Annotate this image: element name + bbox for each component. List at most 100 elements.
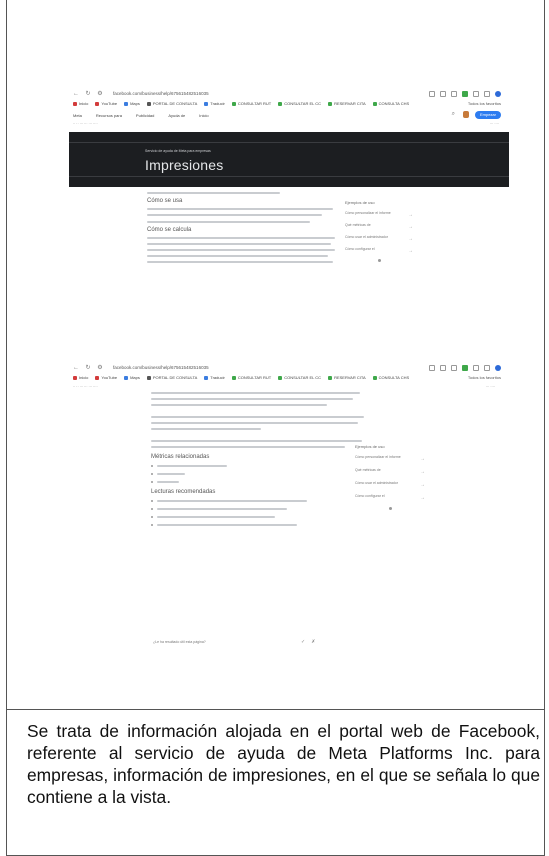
bookmark-item[interactable]: RESERVAR CITA: [328, 375, 366, 380]
arrow-right-icon: →: [408, 248, 413, 254]
bookmark-item[interactable]: YouTube: [95, 101, 117, 106]
nav-item[interactable]: Recursos para: [96, 113, 122, 118]
list-item[interactable]: [151, 524, 371, 526]
bookmark-favicon-icon: [73, 375, 77, 380]
back-arrow-icon[interactable]: ←: [73, 365, 79, 371]
sidebar-link[interactable]: Cómo usar el administrador →: [355, 481, 425, 488]
breadcrumb[interactable]: ·· ·· ··· ··· ··· ····: [73, 385, 98, 389]
list-item[interactable]: [151, 473, 371, 475]
green-extension-icon[interactable]: [462, 364, 468, 371]
hero-kicker: Servicio de ayuda de Meta para empresas: [145, 149, 211, 153]
download-icon[interactable]: [473, 90, 479, 97]
list-item[interactable]: [151, 508, 371, 510]
text-line: [147, 249, 336, 251]
nav-item[interactable]: Meta: [73, 113, 82, 118]
site-info-icon[interactable]: ⚙: [97, 364, 103, 371]
text-line: [151, 392, 360, 394]
bookmark-item[interactable]: Inicio: [73, 375, 88, 380]
reload-icon[interactable]: ↻: [85, 90, 91, 97]
address-bar[interactable]: facebook.com/business/help/6756154825160…: [113, 365, 209, 370]
text-line: [151, 398, 354, 400]
profile-icon[interactable]: [495, 90, 501, 97]
bookmark-item[interactable]: CONSULTA CHS: [372, 375, 409, 380]
list-item[interactable]: [151, 465, 371, 467]
sidebar-link[interactable]: Cómo personalizar el informe →: [355, 455, 425, 462]
section-heading: Métricas relacionadas: [151, 454, 210, 460]
bookmark-item[interactable]: Maps: [124, 375, 140, 380]
bookmark-item[interactable]: PORTAL DE CONSULTA: [146, 101, 197, 106]
text-line: [147, 221, 311, 223]
sidebar-link[interactable]: Cómo usar el administrador →: [345, 235, 413, 242]
site-info-icon[interactable]: ⚙: [97, 90, 103, 97]
browser-toolbar: ← ↻ ⚙ facebook.com/business/help/6756154…: [69, 88, 509, 99]
arrow-right-icon: →: [408, 212, 413, 218]
bookmark-item[interactable]: RESERVAR CITA: [328, 101, 366, 106]
bookmark-favicon-icon: [328, 375, 333, 380]
bookmark-item[interactable]: YouTube: [95, 375, 117, 380]
article-body: Cómo se usa Cómo se calcula: [147, 192, 337, 267]
nav-item[interactable]: Inicio: [199, 113, 208, 118]
sidebar-link[interactable]: Cómo configurar el →: [355, 494, 425, 501]
bookmark-favicon-icon: [204, 101, 209, 106]
address-bar[interactable]: facebook.com/business/help/6756154825160…: [113, 91, 209, 96]
bookmark-item[interactable]: CONSULTAR RUT: [231, 101, 271, 106]
bookmark-item[interactable]: CONSULTAR EL CC: [278, 101, 321, 106]
zoom-icon[interactable]: [440, 364, 446, 371]
star-icon[interactable]: [451, 90, 457, 97]
sidebar-icon[interactable]: [484, 364, 490, 371]
sidebar-link[interactable]: Cómo configurar el →: [345, 247, 413, 254]
bookmark-favicon-icon: [95, 375, 100, 380]
bookmark-item[interactable]: Inicio: [73, 101, 88, 106]
browser-toolbar: ← ↻ ⚙ facebook.com/business/help/6756154…: [69, 362, 509, 373]
profile-icon[interactable]: [495, 364, 501, 371]
extension-icon[interactable]: [429, 90, 435, 97]
nav-item[interactable]: Publicidad: [136, 113, 154, 118]
start-button[interactable]: Empezar: [475, 111, 501, 119]
sidebar-link[interactable]: Qué métricas de →: [345, 223, 413, 230]
breadcrumb[interactable]: ·· ·· ··· ··· ··· ····: [73, 122, 98, 126]
pagination-dot[interactable]: [388, 507, 392, 510]
bookmark-item[interactable]: CONSULTAR RUT: [231, 375, 271, 380]
extension-icon[interactable]: [429, 364, 435, 371]
list-item[interactable]: [151, 481, 371, 483]
avatar[interactable]: [463, 111, 469, 118]
bookmark-item[interactable]: CONSULTA CHS: [372, 101, 410, 106]
pagination-dot[interactable]: [377, 259, 381, 262]
back-arrow-icon[interactable]: ←: [73, 91, 79, 97]
bookmark-label: CONSULTAR EL CC: [284, 101, 322, 106]
nav-item[interactable]: Ayuda de: [168, 113, 185, 118]
bookmark-item[interactable]: Traducir: [204, 375, 225, 380]
toolbar-extensions: [429, 90, 509, 97]
text-line: [151, 446, 345, 448]
star-icon[interactable]: [451, 364, 457, 371]
sidebar-link[interactable]: Cómo personalizar el informe →: [345, 211, 413, 218]
bookmark-item[interactable]: CONSULTAR EL CC: [278, 375, 321, 380]
bookmark-favicon-icon: [231, 375, 236, 380]
thumbs-down-icon[interactable]: ✗: [311, 639, 321, 645]
list-item[interactable]: [151, 500, 371, 502]
breadcrumb-right[interactable]: ··· ····: [490, 122, 499, 126]
sidebar-heading: Ejemplos de uso: [355, 444, 385, 449]
bookmark-item[interactable]: Traducir: [204, 101, 225, 106]
bookmark-label: Maps: [130, 375, 140, 380]
sidebar-icon[interactable]: [484, 90, 490, 97]
thumbs-up-icon[interactable]: ✓: [301, 639, 311, 645]
bookmark-label: CONSULTA CHS: [378, 101, 410, 106]
sidebar-heading: Ejemplos de uso: [345, 200, 375, 205]
section-heading: Cómo se usa: [147, 198, 183, 204]
bookmark-item[interactable]: Maps: [124, 101, 140, 106]
all-bookmarks[interactable]: Todos los favoritos: [468, 375, 509, 380]
sidebar-link[interactable]: Qué métricas de →: [355, 468, 425, 475]
bookmark-favicon-icon: [124, 101, 129, 106]
text-line: [147, 261, 334, 263]
list-item[interactable]: [151, 516, 371, 518]
breadcrumb-right[interactable]: ··· ····: [486, 385, 495, 389]
bookmark-item[interactable]: PORTAL DE CONSULTA: [146, 375, 197, 380]
reload-icon[interactable]: ↻: [85, 364, 91, 371]
download-icon[interactable]: [473, 364, 479, 371]
all-bookmarks[interactable]: Todos los favoritos: [468, 101, 509, 106]
search-icon[interactable]: ⌕: [452, 111, 455, 118]
bookmark-label: CONSULTAR EL CC: [284, 375, 322, 380]
green-extension-icon[interactable]: [462, 90, 468, 97]
zoom-icon[interactable]: [440, 90, 446, 97]
